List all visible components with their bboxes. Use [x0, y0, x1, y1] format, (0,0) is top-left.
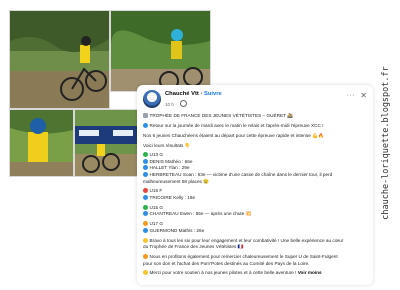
- post-line-text: Retour sur la journée de mardi avec le m…: [149, 122, 324, 128]
- post-text: TROPHÉE DE FRANCE DES JEUNES VÉTÉTISTES …: [143, 113, 369, 277]
- globe-icon: [180, 100, 188, 107]
- post-card: Chauché Vtt · Suivre 10 h · ··· ✕ TROPHÉ…: [137, 85, 373, 285]
- emoji-icon: [143, 152, 148, 158]
- post-line-text: Bravo à tous les six pour leur engagemen…: [149, 237, 344, 243]
- post-line-text: U13 G: [149, 152, 164, 158]
- post-line-text: pour son don et l'achat des Pom'Potes de…: [143, 260, 310, 266]
- emoji-icon: [143, 253, 148, 259]
- post-line-text: Voici leurs résultats 👇: [143, 142, 191, 148]
- post-line-text: Nous en profitons également pour remerci…: [149, 253, 338, 259]
- emoji-icon: [143, 211, 148, 217]
- emoji-icon: [143, 204, 148, 210]
- post-time[interactable]: 10 h: [165, 102, 174, 107]
- post-line-text: U15 G: [149, 204, 164, 210]
- post-line-text: CHANTREAU Ewen : 55e — après une chute 💥: [149, 211, 252, 217]
- post-author[interactable]: Chauché Vtt: [165, 91, 199, 97]
- emoji-icon: [143, 227, 148, 233]
- post-header: Chauché Vtt · Suivre 10 h · ··· ✕: [143, 90, 367, 110]
- emoji-icon: [143, 188, 148, 194]
- post-line-text: TRICOIRE Kelly : 18e: [149, 194, 196, 200]
- avatar[interactable]: [143, 90, 161, 108]
- post-line-text: malheureusement 58 places 😢: [143, 178, 210, 184]
- emoji-icon: [143, 270, 148, 276]
- post-line-text: du Trophée de France des Jeunes Vététist…: [143, 244, 244, 250]
- post-line-text: U17 G: [149, 221, 164, 227]
- post-line-text: Nos 6 jeunes Chauchéens étaient au dépar…: [143, 132, 324, 138]
- follow-button[interactable]: Suivre: [204, 91, 222, 97]
- emoji-icon: [143, 113, 148, 118]
- emoji-icon: [143, 158, 148, 164]
- see-less-link[interactable]: Voir moins: [298, 270, 322, 275]
- more-options-button[interactable]: ···: [347, 92, 356, 99]
- emoji-icon: [143, 237, 148, 243]
- close-button[interactable]: ✕: [360, 91, 367, 100]
- post-line-text: TROPHÉE DE FRANCE DES JEUNES VÉTÉTISTES …: [149, 113, 294, 118]
- watermark-text: chauche-loriquette.blogspot.fr: [381, 66, 391, 220]
- emoji-icon: [143, 165, 148, 171]
- post-line-text: U15 F: [149, 188, 163, 194]
- emoji-icon: [143, 122, 148, 128]
- post-line-text: HERBRETEAU Soan : 63e — victime d'une ca…: [149, 172, 333, 178]
- post-line-text: DENIS Mathéo : 66e: [149, 158, 193, 164]
- post-line-text: HALLET Ylan : 29e: [149, 165, 190, 171]
- emoji-icon: [143, 194, 148, 200]
- emoji-icon: [143, 221, 148, 227]
- post-line-text: GUERMOND Mathis : 26e: [149, 227, 205, 233]
- post-line: Merci pour votre soutien à nos jeunes pi…: [143, 270, 369, 277]
- photo-rider-bottom-right: [74, 109, 140, 177]
- post-line-text: Merci pour votre soutien à nos jeunes pi…: [149, 270, 298, 276]
- post-author-line: Chauché Vtt · Suivre: [165, 91, 222, 97]
- emoji-icon: [143, 172, 148, 178]
- photo-rider-top-right: [110, 10, 211, 92]
- photo-rider-bottom-left: [9, 109, 74, 177]
- post-meta: 10 h ·: [165, 100, 188, 107]
- photo-rider-top-left: [9, 10, 110, 109]
